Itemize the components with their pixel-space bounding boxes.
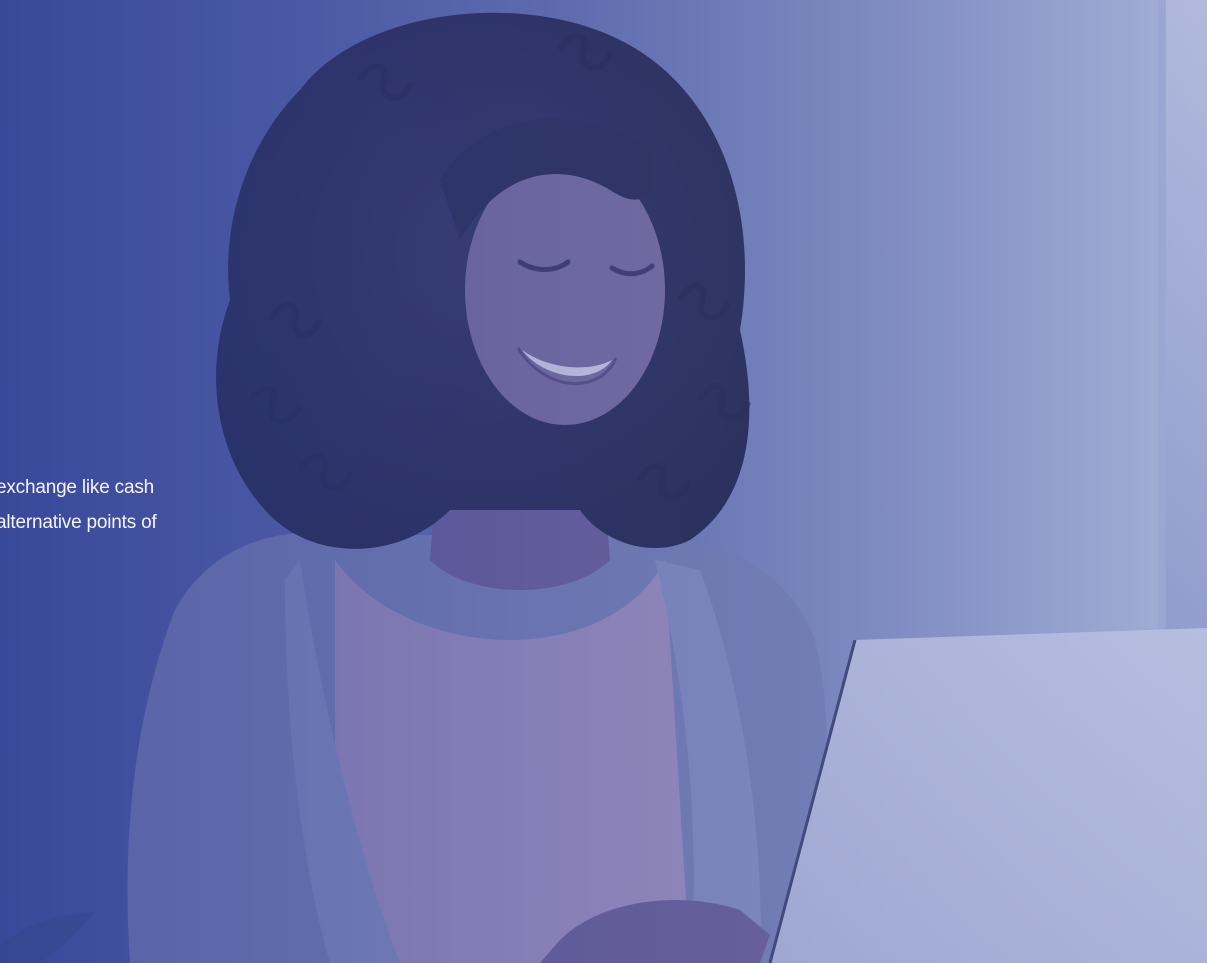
hero-text-line: alternative points of — [0, 512, 157, 533]
hero-text-line: exchange like cash — [0, 477, 155, 498]
hero-description: exchange like cash alternative points of — [0, 470, 236, 540]
hero-section: exchange like cash alternative points of — [0, 0, 1207, 963]
